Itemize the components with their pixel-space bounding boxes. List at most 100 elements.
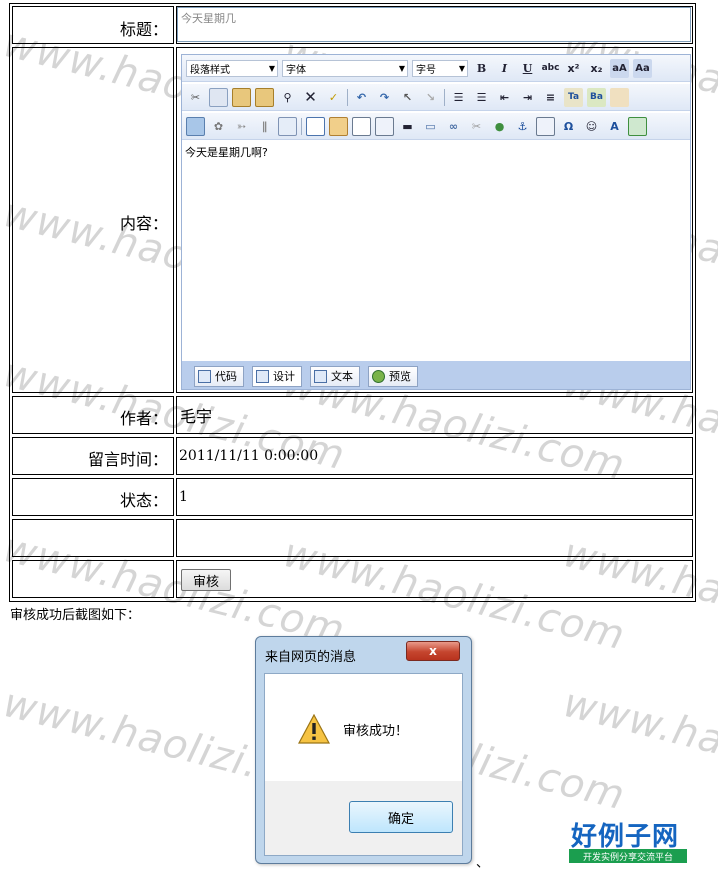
paste-text-icon[interactable] bbox=[255, 87, 274, 107]
dialog-message: 审核成功！ bbox=[343, 724, 409, 739]
lower-case-icon[interactable]: Aa bbox=[633, 58, 652, 78]
italic-icon[interactable]: I bbox=[495, 59, 514, 78]
special-char-icon[interactable]: Ω bbox=[559, 117, 578, 136]
action-value-cell bbox=[176, 560, 693, 598]
underline-icon[interactable]: U bbox=[518, 59, 537, 78]
pointer-icon[interactable]: ↖ bbox=[398, 88, 417, 107]
status-value-cell bbox=[176, 478, 693, 516]
caption-text: 审核成功后截图如下： bbox=[10, 608, 141, 623]
title-label: 标题： bbox=[119, 20, 168, 39]
frame-icon[interactable] bbox=[352, 116, 371, 136]
outdent-icon[interactable]: ⇤ bbox=[495, 88, 514, 107]
audit-button[interactable]: 审核 bbox=[181, 569, 231, 591]
editor-toolbar-row-2: ✂ ⚲ ✕ ✓ ↶ ↷ ↖ ↘ ☰ ☰ ⇤ ⇥ ≡ Ta Ba bbox=[182, 84, 690, 111]
editor-toolbar-row-1: 段落样式 ▼ 字体 ▼ 字号 ▼ B I U abc x² x₂ aA Aa bbox=[182, 55, 690, 82]
dialog-title: 来自网页的消息 bbox=[265, 650, 357, 665]
trailing-mark: 、 bbox=[476, 856, 490, 871]
text-style-icon[interactable]: A bbox=[605, 117, 624, 136]
toolbar-separator bbox=[347, 88, 348, 106]
chevron-down-icon: ▼ bbox=[458, 63, 465, 73]
globe-icon bbox=[372, 369, 385, 383]
editor-toolbar-row-3: ✿ ➳ ∥ ▬ ▭ ∞ ✂ ● ⚓ Ω ☺ A bbox=[182, 113, 690, 140]
editor-content[interactable]: 今天是星期几啊? bbox=[185, 144, 268, 160]
paragraph-style-select[interactable]: 段落样式 ▼ bbox=[186, 59, 278, 77]
site-logo-tagline: 开发实例分享交流平台 bbox=[569, 849, 687, 863]
table-icon[interactable] bbox=[306, 116, 325, 136]
text-color-icon[interactable]: Ta bbox=[564, 87, 583, 107]
mode-design-label: 设计 bbox=[273, 370, 295, 383]
rich-text-editor[interactable]: 段落样式 ▼ 字体 ▼ 字号 ▼ B I U abc x² x₂ aA Aa ✂ ⚲ … bbox=[181, 54, 691, 390]
flash-icon[interactable]: ✿ bbox=[209, 117, 228, 136]
dialog-body: 审核成功！ 确定 bbox=[264, 673, 463, 856]
font-select[interactable]: 字体 ▼ bbox=[282, 59, 408, 77]
attachment-icon[interactable]: ∥ bbox=[255, 117, 274, 136]
paragraph-style-label: 段落样式 bbox=[190, 64, 230, 76]
document-icon[interactable] bbox=[278, 116, 297, 136]
anchor-icon[interactable]: ⚓ bbox=[513, 117, 532, 136]
toolbar-separator bbox=[301, 117, 302, 135]
background-color-icon[interactable]: Ba bbox=[587, 87, 606, 107]
redo-icon[interactable]: ↷ bbox=[375, 88, 394, 107]
status-label: 状态： bbox=[119, 491, 168, 510]
image-icon[interactable] bbox=[186, 116, 205, 136]
author-value: 毛宇 bbox=[180, 407, 213, 426]
chevron-down-icon: ▼ bbox=[268, 63, 275, 73]
ordered-list-icon[interactable]: ☰ bbox=[449, 88, 468, 107]
font-label: 字体 bbox=[286, 64, 306, 76]
align-icon[interactable]: ≡ bbox=[541, 88, 560, 107]
empty-label-cell bbox=[12, 519, 174, 557]
emoticon-person-icon[interactable]: ● bbox=[490, 117, 509, 136]
title-input[interactable]: 今天星期几 bbox=[177, 7, 691, 42]
mode-preview-label: 预览 bbox=[389, 370, 411, 383]
input-field-icon[interactable]: ▭ bbox=[421, 117, 440, 136]
excel-icon[interactable] bbox=[628, 116, 647, 136]
close-icon[interactable]: x bbox=[406, 641, 460, 661]
upper-case-icon[interactable]: aA bbox=[610, 58, 629, 78]
delete-icon[interactable]: ✕ bbox=[301, 88, 320, 107]
ok-button[interactable]: 确定 bbox=[349, 801, 453, 833]
superscript-icon[interactable]: x² bbox=[564, 59, 583, 78]
clear-format-icon[interactable] bbox=[610, 87, 629, 107]
unordered-list-icon[interactable]: ☰ bbox=[472, 88, 491, 107]
mode-design-tab[interactable]: 设计 bbox=[252, 365, 302, 387]
layer-icon[interactable] bbox=[536, 116, 555, 136]
font-size-select[interactable]: 字号 ▼ bbox=[412, 59, 468, 77]
mode-text-tab[interactable]: 文本 bbox=[310, 365, 360, 387]
indent-icon[interactable]: ⇥ bbox=[518, 88, 537, 107]
mode-code-tab[interactable]: 代码 bbox=[194, 365, 244, 387]
strikethrough-icon[interactable]: abc bbox=[541, 59, 560, 78]
template-icon[interactable] bbox=[329, 116, 348, 136]
design-icon bbox=[256, 369, 269, 383]
editor-mode-bar: 代码 设计 文本 预览 bbox=[182, 361, 690, 389]
link-icon[interactable]: ∞ bbox=[444, 117, 463, 136]
text-mode-icon bbox=[314, 369, 327, 383]
time-value: 2011/11/11 0:00:00 bbox=[179, 448, 319, 464]
time-label: 留言时间： bbox=[87, 450, 168, 469]
subscript-icon[interactable]: x₂ bbox=[587, 59, 606, 78]
action-label-cell bbox=[12, 560, 174, 598]
horizontal-rule-icon[interactable]: ▬ bbox=[398, 117, 417, 136]
mode-preview-tab[interactable]: 预览 bbox=[368, 365, 418, 387]
find-icon[interactable]: ⚲ bbox=[278, 88, 297, 107]
paste-icon[interactable] bbox=[232, 87, 251, 107]
bold-icon[interactable]: B bbox=[472, 59, 491, 78]
form-icon[interactable] bbox=[375, 116, 394, 136]
cut-icon[interactable]: ✂ bbox=[186, 88, 205, 107]
media-icon[interactable]: ➳ bbox=[232, 117, 251, 136]
status-value: 1 bbox=[179, 489, 188, 505]
chevron-down-icon: ▼ bbox=[398, 63, 405, 73]
author-value-cell bbox=[176, 396, 693, 434]
font-size-label: 字号 bbox=[416, 64, 436, 76]
copy-icon[interactable] bbox=[209, 87, 228, 107]
mode-code-label: 代码 bbox=[215, 370, 237, 383]
empty-value-cell bbox=[176, 519, 693, 557]
undo-icon[interactable]: ↶ bbox=[352, 88, 371, 107]
spellcheck-icon[interactable]: ✓ bbox=[324, 88, 343, 107]
warning-icon bbox=[298, 714, 330, 744]
smiley-icon[interactable]: ☺ bbox=[582, 117, 601, 136]
unlink-icon[interactable]: ✂ bbox=[467, 117, 486, 136]
format-brush-icon[interactable]: ↘ bbox=[421, 88, 440, 107]
content-label: 内容： bbox=[119, 214, 168, 233]
code-icon bbox=[198, 369, 211, 383]
mode-text-label: 文本 bbox=[331, 370, 353, 383]
